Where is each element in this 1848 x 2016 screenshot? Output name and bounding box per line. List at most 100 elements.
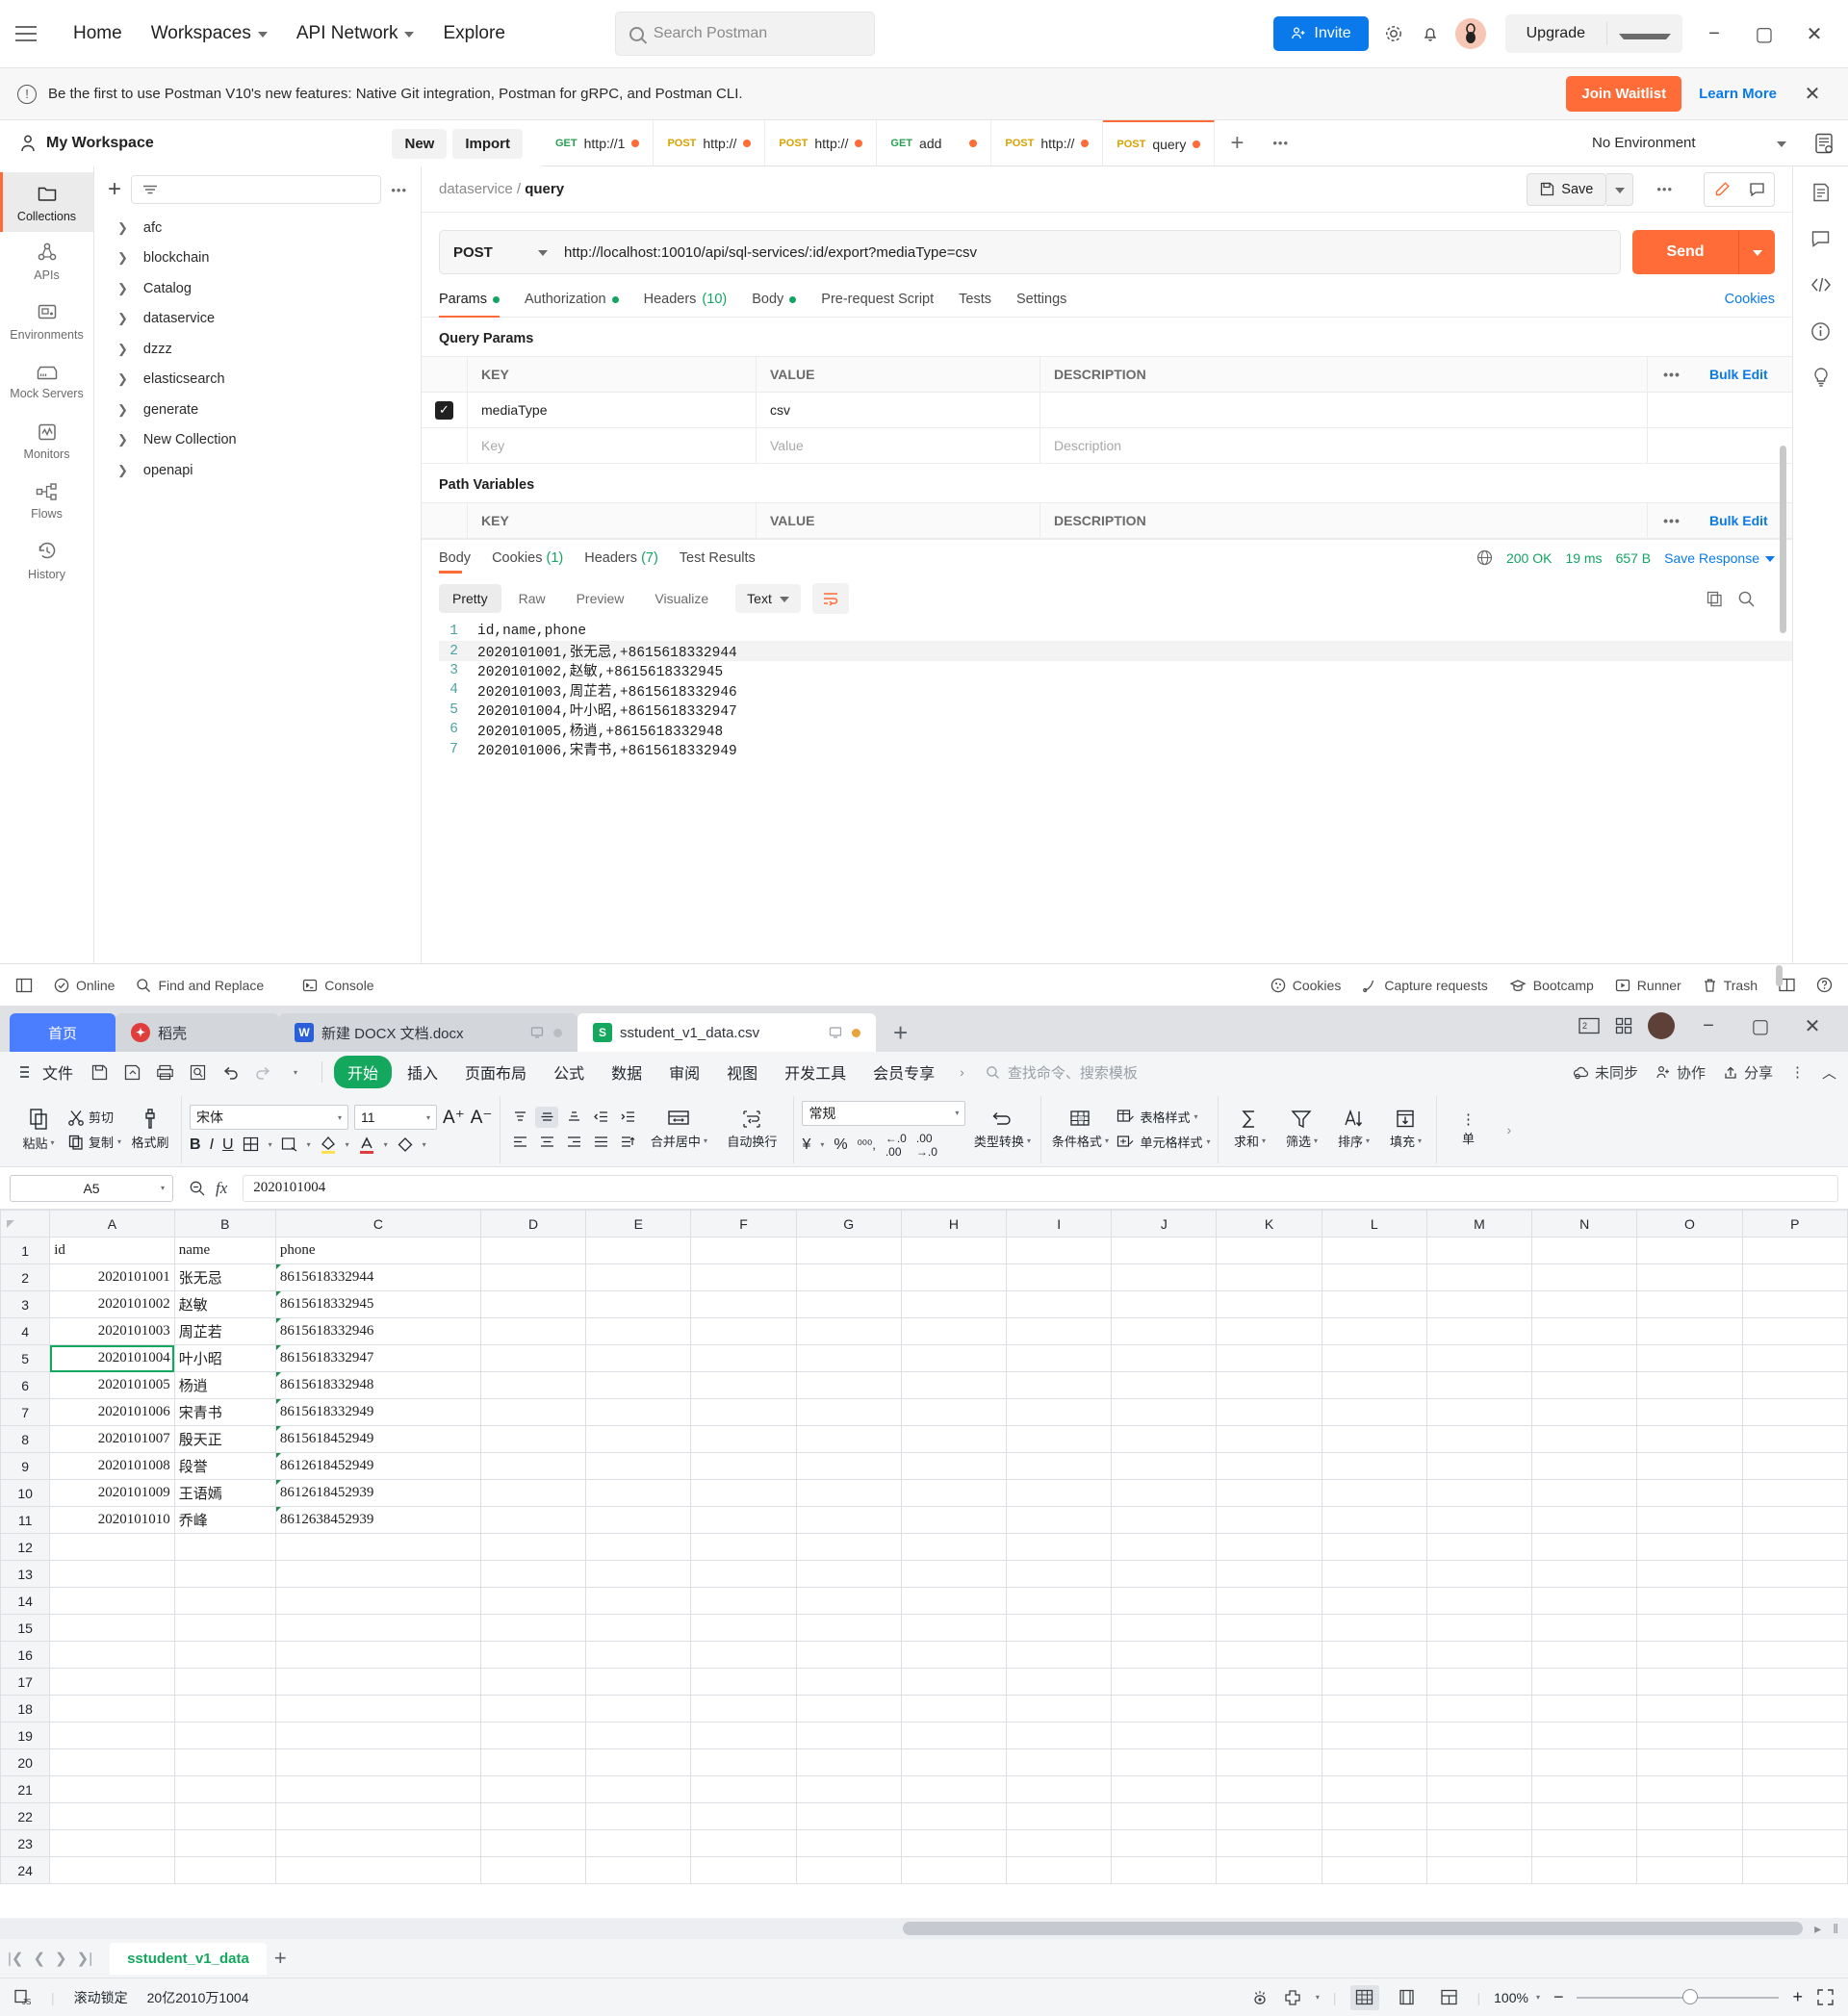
help-icon[interactable] [1816,977,1833,993]
sidebar-item-mock-servers[interactable]: Mock Servers [0,351,93,411]
sheet-cell[interactable] [690,1398,797,1426]
sheet-cell[interactable] [274,1829,481,1857]
align-top-icon[interactable] [508,1107,531,1128]
sheet-cell[interactable] [173,1695,276,1723]
underline-button[interactable]: U [222,1136,234,1154]
sheet-cell[interactable] [274,1695,481,1723]
decrease-decimal-button[interactable]: ←.0.00 [886,1132,907,1159]
sheet-cell[interactable] [1531,1748,1638,1776]
sheet-cell[interactable] [1636,1479,1743,1507]
sheet-cell[interactable] [479,1560,587,1588]
sheet-cell[interactable] [49,1641,175,1669]
sheet-cell[interactable]: 8612638452939 [274,1506,481,1534]
sheet-cell[interactable] [585,1668,692,1696]
row-header[interactable]: 3 [0,1290,51,1318]
sheet-cell[interactable] [795,1425,902,1453]
sheet-cell[interactable] [1425,1614,1533,1642]
collections-filter-input[interactable] [131,175,382,204]
sheet-cell[interactable] [1321,1829,1427,1857]
hscroll-right-arrow-icon[interactable]: ▸ [1803,1921,1833,1937]
sheet-cell[interactable] [585,1802,692,1830]
sheet-cell[interactable] [690,1506,797,1534]
number-format-selector[interactable]: 常规 ▾ [802,1100,966,1126]
sheet-cell[interactable] [585,1533,692,1561]
sheet-cell[interactable] [585,1452,692,1480]
sheet-cell[interactable] [690,1371,797,1399]
copy-button[interactable]: 复制 ▾ [67,1133,121,1151]
sheet-cell[interactable] [795,1479,902,1507]
sheet-cell[interactable] [690,1748,797,1776]
sheet-cell[interactable] [1741,1506,1848,1534]
align-middle-icon[interactable] [535,1106,559,1128]
sheet-cell[interactable] [1636,1317,1743,1345]
sheet-cell[interactable] [795,1695,902,1723]
add-sheet-button[interactable]: + [274,1946,287,1971]
sheet-cell[interactable] [1636,1263,1743,1291]
zoom-out-icon[interactable] [189,1180,206,1197]
sheet-cell[interactable] [1321,1290,1427,1318]
wps-tab-csv[interactable]: S sstudent_v1_data.csv [578,1013,876,1052]
sheet-cell[interactable] [900,1695,1008,1723]
wrap-lines-icon[interactable] [811,583,849,614]
sum-button[interactable]: 求和 ▾ [1226,1109,1272,1150]
share-button[interactable]: 分享 [1723,1062,1773,1083]
sheet-cell[interactable] [1425,1425,1533,1453]
ribbon-tab-data[interactable]: 数据 [600,1056,654,1088]
sheet-cell[interactable] [1636,1344,1743,1372]
font-size-selector[interactable]: 11 ▾ [354,1105,438,1130]
sheet-cell[interactable] [274,1668,481,1696]
row-header[interactable]: 16 [0,1641,51,1669]
normal-view-button[interactable] [1349,1984,1379,2010]
sheet-cell[interactable] [173,1587,276,1615]
column-header-M[interactable]: M [1425,1210,1533,1238]
sheet-cell[interactable] [1321,1371,1427,1399]
learn-more-link[interactable]: Learn More [1699,86,1777,102]
http-method-selector[interactable]: POST [439,230,562,274]
sheet-cell[interactable] [1636,1829,1743,1857]
sheet-cell[interactable] [173,1641,276,1669]
sheet-cell[interactable] [900,1802,1008,1830]
sheet-cell[interactable] [1216,1344,1322,1372]
sheet-cell[interactable] [585,1263,692,1291]
wps-close-button[interactable]: ✕ [1794,1008,1831,1044]
increase-indent-icon[interactable] [616,1107,639,1128]
sheet-cell[interactable]: 赵敏 [173,1290,276,1318]
sheet-cell[interactable] [479,1829,587,1857]
tab-authorization[interactable]: Authorization [525,292,619,317]
sheet-cell[interactable] [479,1371,587,1399]
sheet-cell[interactable] [900,1722,1008,1749]
sidebar-item-history[interactable]: History [0,530,93,590]
sync-status-button[interactable]: 未同步 [1573,1062,1638,1083]
sheet-cell[interactable] [795,1506,902,1534]
row-header[interactable]: 15 [0,1614,51,1642]
sheet-cell[interactable]: 2020101004 [49,1344,175,1372]
sheet-cell[interactable] [1111,1775,1218,1803]
zoom-slider-track[interactable] [1577,1988,1780,2004]
sheet-cell[interactable] [585,1290,692,1318]
search-response-icon[interactable] [1737,590,1756,608]
sheet-cell[interactable]: 叶小昭 [173,1344,276,1372]
bulk-edit-link[interactable]: Bulk Edit [1696,357,1792,392]
row-header[interactable]: 1 [0,1237,51,1264]
sheet-cell[interactable] [1006,1263,1113,1291]
ribbon-tab-review[interactable]: 审阅 [657,1056,711,1088]
sheet-cell[interactable] [1006,1668,1113,1696]
sheet-cell[interactable] [1741,1317,1848,1345]
sheet-cell[interactable] [900,1317,1008,1345]
collection-item[interactable]: ❯ openapi [94,455,421,486]
increase-decimal-button[interactable]: .00 →.0 [916,1132,937,1159]
environment-quick-look-icon[interactable] [1800,120,1848,166]
trash-button[interactable]: Trash [1703,978,1758,993]
sheet-cell[interactable] [1531,1506,1638,1534]
select-all-corner[interactable] [0,1210,51,1238]
sheet-cell[interactable] [795,1748,902,1776]
sheet-cell[interactable] [1111,1748,1218,1776]
sheet-cell[interactable]: 2020101003 [49,1317,175,1345]
column-header-P[interactable]: P [1741,1210,1848,1238]
sheet-cell[interactable]: id [49,1237,175,1264]
sheet-cell[interactable] [900,1641,1008,1669]
nav-api-network[interactable]: API Network [283,15,428,52]
sheet-cell[interactable] [1216,1371,1322,1399]
grid-apps-icon[interactable] [1615,1017,1632,1034]
align-bottom-icon[interactable] [562,1107,585,1128]
